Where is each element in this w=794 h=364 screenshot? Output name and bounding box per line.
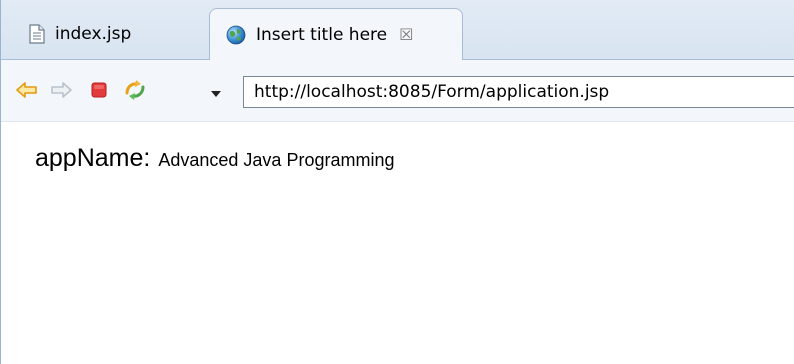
tab-label: Insert title here [256, 24, 388, 45]
history-dropdown-button[interactable] [207, 80, 225, 104]
stop-button[interactable] [87, 80, 111, 104]
back-arrow-icon [16, 81, 38, 103]
browser-window: index.jsp Insert title here ☒ http://loc… [0, 0, 794, 364]
close-icon[interactable]: ☒ [399, 26, 413, 43]
url-input[interactable] [243, 76, 794, 108]
stop-icon [90, 81, 108, 103]
forward-arrow-icon [50, 81, 72, 103]
tab-bar: index.jsp Insert title here ☒ [1, 0, 794, 60]
tab-label: index.jsp [55, 24, 132, 44]
app-name-line: appName: Advanced Java Programming [35, 144, 394, 173]
globe-icon [226, 25, 246, 45]
refresh-icon [123, 79, 147, 105]
tab-insert-title-here[interactable]: Insert title here ☒ [209, 8, 463, 60]
tab-index-jsp[interactable]: index.jsp [13, 8, 199, 60]
file-icon [29, 24, 45, 44]
refresh-button[interactable] [123, 80, 147, 104]
forward-button[interactable] [49, 80, 73, 104]
page-content: appName: Advanced Java Programming [1, 122, 794, 364]
app-name-value: Advanced Java Programming [158, 150, 395, 170]
navigation-toolbar [1, 60, 794, 122]
dropdown-arrow-icon [210, 83, 222, 102]
app-name-label: appName: [35, 144, 151, 172]
back-button[interactable] [15, 80, 39, 104]
